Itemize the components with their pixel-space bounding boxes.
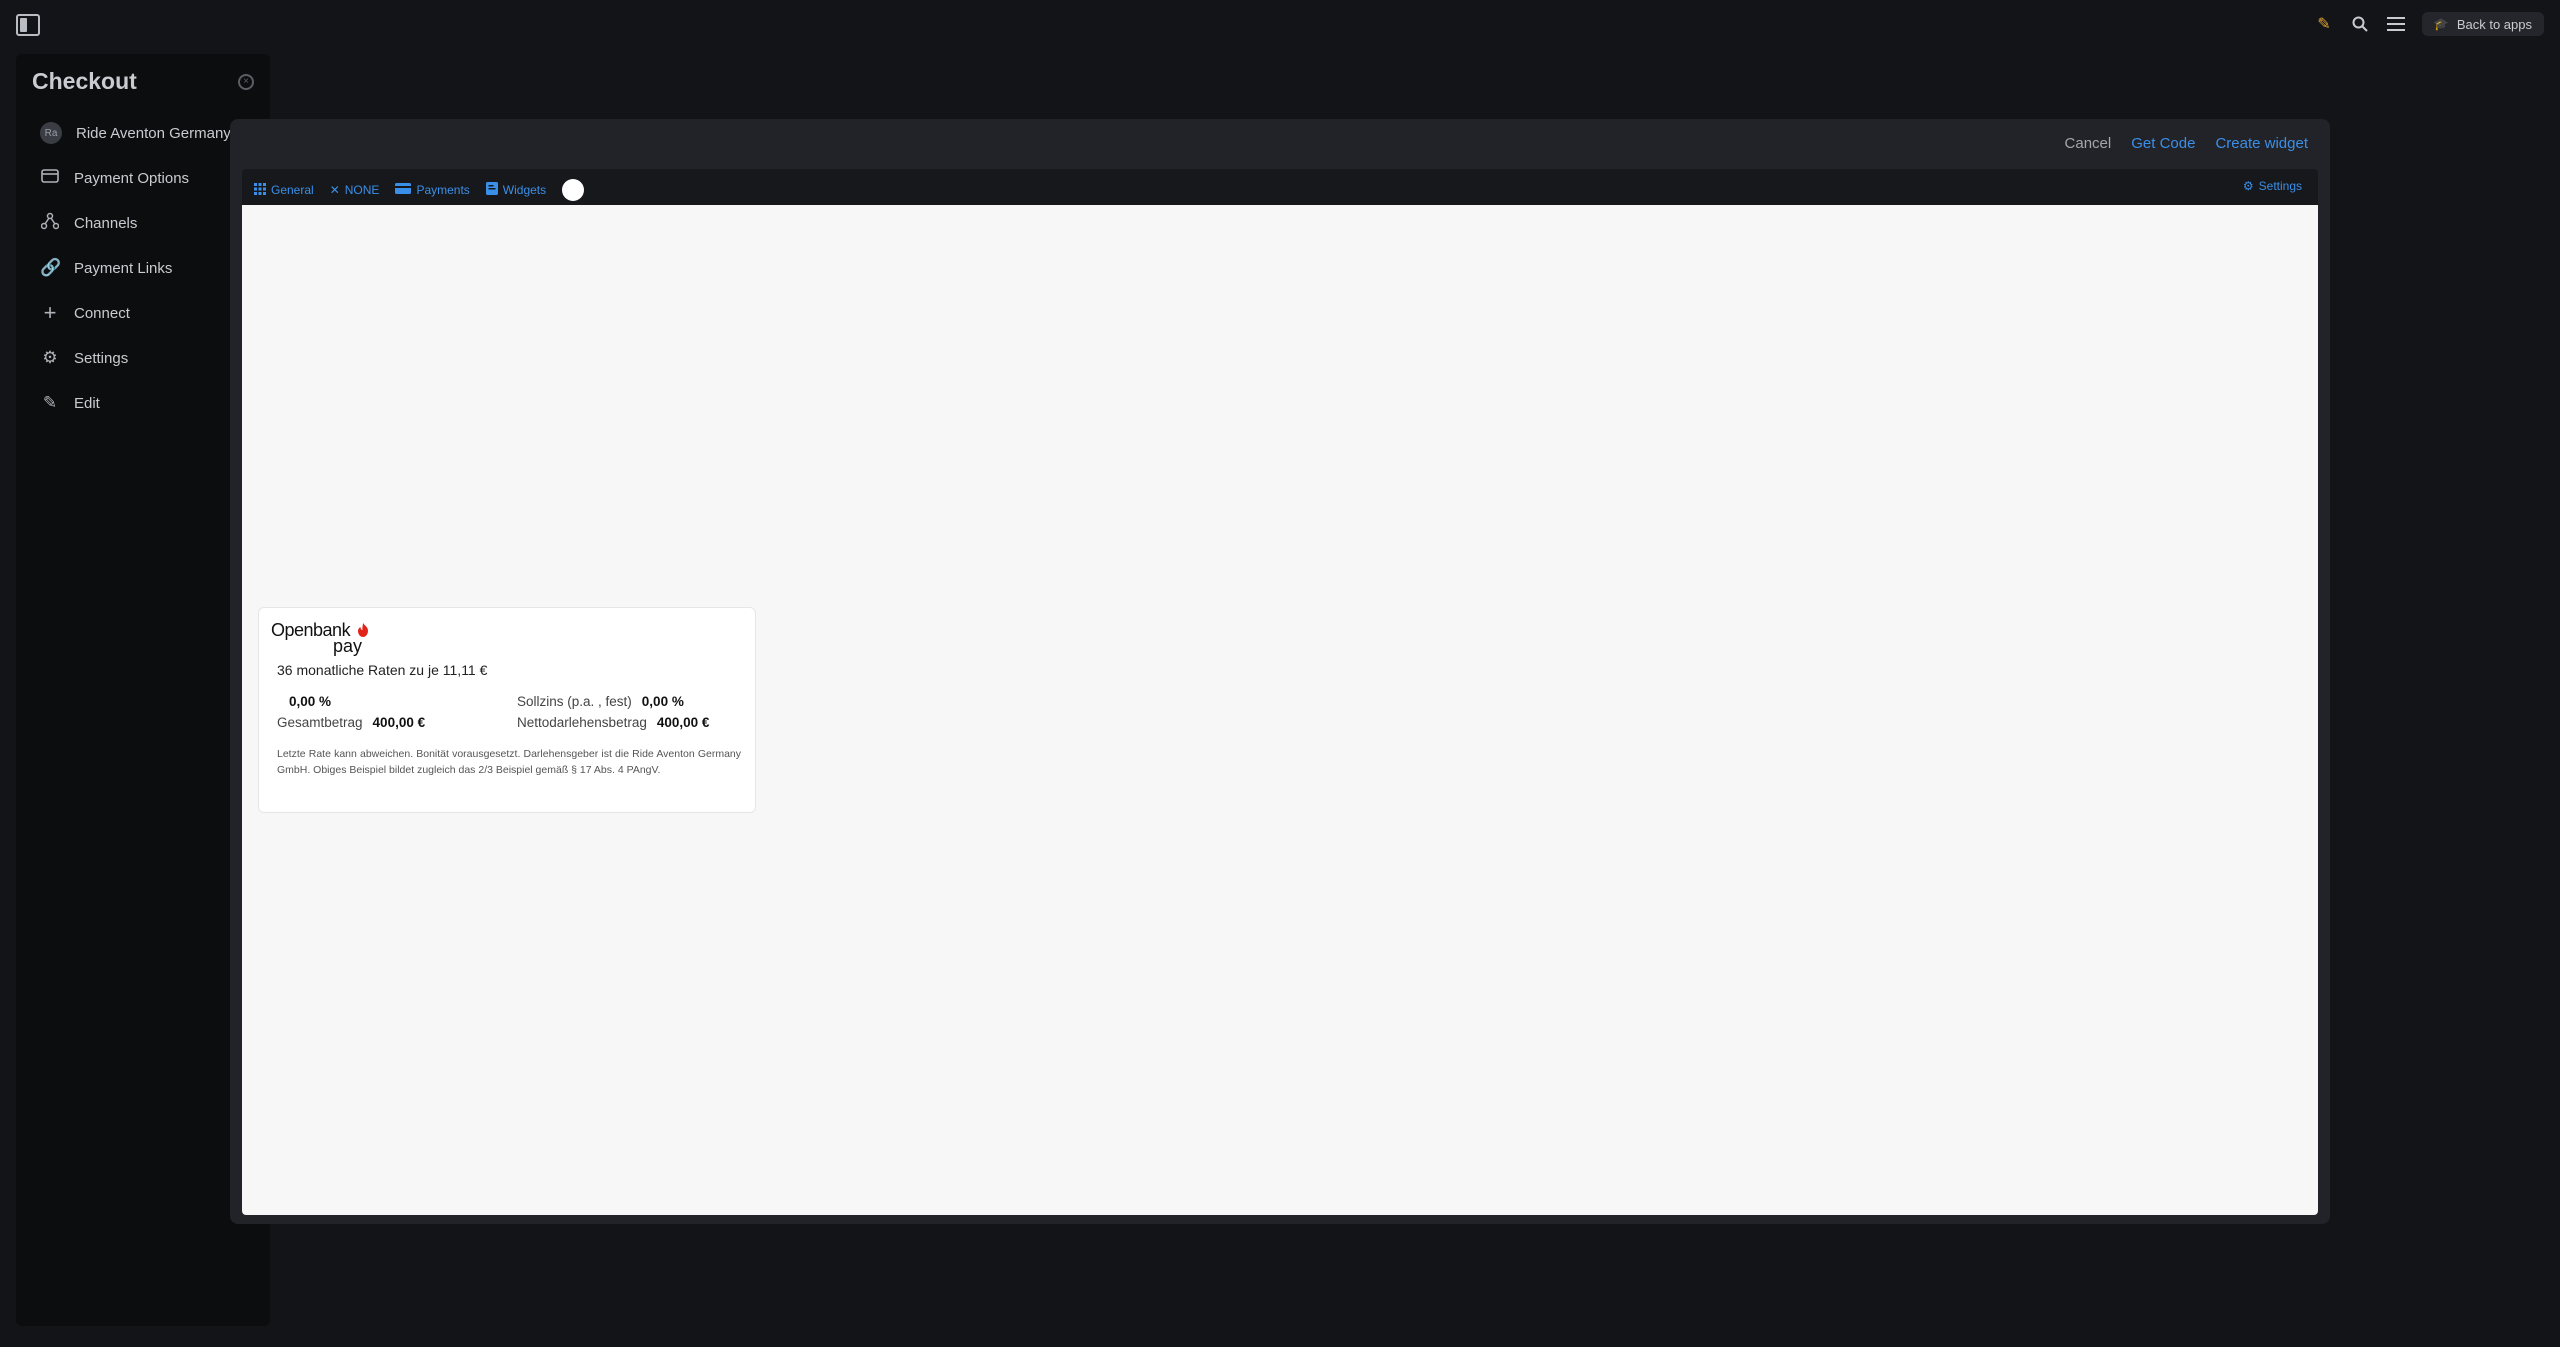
sidebar-title: Checkout	[32, 68, 137, 94]
sidebar-item-account[interactable]: Ra Ride Aventon Germany G	[40, 119, 247, 147]
get-code-button[interactable]: Get Code	[2131, 135, 2195, 152]
pen-icon[interactable]: ✎	[2314, 12, 2334, 36]
tab-label: General	[271, 183, 314, 197]
top-right-controls: ✎ 🎓 Back to apps	[2314, 12, 2544, 36]
rate-value: 0,00 %	[289, 694, 332, 709]
sidebar-item-payment-links[interactable]: 🔗 Payment Links	[40, 254, 172, 282]
sidebar-item-connect[interactable]: + Connect	[40, 299, 130, 327]
tab-none[interactable]: ✕ NONE	[330, 183, 380, 197]
netto-label: Nettodarlehensbetrag	[517, 715, 647, 730]
sidebar-item-edit[interactable]: ✎ Edit	[40, 389, 100, 417]
grid-icon	[254, 182, 266, 198]
gesamt-label: Gesamtbetrag	[277, 715, 363, 730]
menu-icon[interactable]	[2386, 12, 2406, 36]
legal-notice: Letzte Rate kann abweichen. Bonität vora…	[277, 748, 741, 776]
netto-value: 400,00 €	[656, 715, 710, 730]
tab-label: Widgets	[502, 183, 547, 197]
settings-label: Settings	[2258, 179, 2302, 193]
gear-icon: ⚙	[2242, 179, 2254, 193]
openbank-pay-logo: Openbank pay	[271, 620, 381, 656]
rate-row: 0,00 %	[289, 694, 331, 709]
credit-card-icon	[40, 168, 60, 188]
sidebar-item-label: Connect	[74, 304, 130, 322]
settings-tab[interactable]: ⚙ Settings	[2243, 179, 2302, 193]
sidebar-item-settings[interactable]: ⚙ Settings	[40, 344, 128, 372]
modal-tab-bar: General ✕ NONE Payments Widgets ⚙ Settin…	[242, 169, 2318, 205]
create-widget-button[interactable]: Create widget	[2215, 135, 2308, 152]
plus-icon: +	[43, 300, 57, 325]
sidebar-item-label: Ride Aventon Germany G	[76, 124, 247, 142]
theme-toggle[interactable]	[562, 179, 585, 201]
close-icon[interactable]: ×	[238, 74, 254, 90]
tab-widgets[interactable]: Widgets	[485, 182, 547, 198]
cancel-button[interactable]: Cancel	[2065, 135, 2112, 152]
sidebar-item-label: Payment Links	[74, 259, 173, 277]
sollzins-value: 0,00 %	[641, 694, 684, 709]
sidebar-item-label: Settings	[74, 349, 129, 367]
modal-actions: Cancel Get Code Create widget	[2065, 135, 2308, 152]
card-icon	[395, 183, 412, 197]
sidebar-item-label: Channels	[74, 214, 138, 232]
link-icon: 🔗	[40, 258, 62, 277]
sidebar-item-label: Payment Options	[74, 169, 190, 187]
back-to-apps-button[interactable]: 🎓 Back to apps	[2421, 12, 2544, 36]
search-icon[interactable]	[2350, 12, 2370, 36]
sidebar-item-payment-options[interactable]: Payment Options	[40, 164, 189, 192]
widget-icon	[485, 182, 498, 198]
tabs-left: General ✕ NONE Payments Widgets	[254, 179, 585, 201]
tab-label: Payments	[416, 183, 470, 197]
tab-label: NONE	[344, 183, 380, 197]
sollzins-row: Sollzins (p.a. , fest) 0,00 %	[517, 694, 684, 709]
gear-icon: ⚙	[42, 348, 58, 367]
close-icon: ✕	[329, 183, 340, 197]
gesamt-row: Gesamtbetrag 400,00 €	[277, 715, 425, 730]
sidebar-item-label: Edit	[74, 394, 100, 412]
back-to-apps-label: Back to apps	[2456, 16, 2532, 32]
sidebar-toggle-icon[interactable]	[16, 14, 40, 36]
channels-icon	[40, 212, 60, 235]
installment-headline: 36 monatliche Raten zu je 11,11 €	[277, 662, 488, 678]
tab-payments[interactable]: Payments	[395, 183, 470, 197]
netto-row: Nettodarlehensbetrag 400,00 €	[517, 715, 709, 730]
create-widget-modal: Cancel Get Code Create widget General ✕ …	[230, 119, 2330, 1224]
pen-icon: ✎	[42, 393, 58, 412]
avatar: Ra	[40, 122, 62, 144]
brand-bottom: pay	[333, 636, 363, 656]
sollzins-label: Sollzins (p.a. , fest)	[517, 694, 632, 709]
graduation-cap-icon: 🎓	[2433, 17, 2449, 31]
tab-general[interactable]: General	[254, 182, 314, 198]
gesamt-value: 400,00 €	[372, 715, 426, 730]
widget-preview-area: Openbank pay 36 monatliche Raten zu je 1…	[242, 205, 2318, 1215]
installment-widget-card: Openbank pay 36 monatliche Raten zu je 1…	[258, 607, 756, 813]
sidebar-item-channels[interactable]: Channels	[40, 209, 137, 237]
top-bar: ✎ 🎓 Back to apps	[0, 0, 2560, 50]
